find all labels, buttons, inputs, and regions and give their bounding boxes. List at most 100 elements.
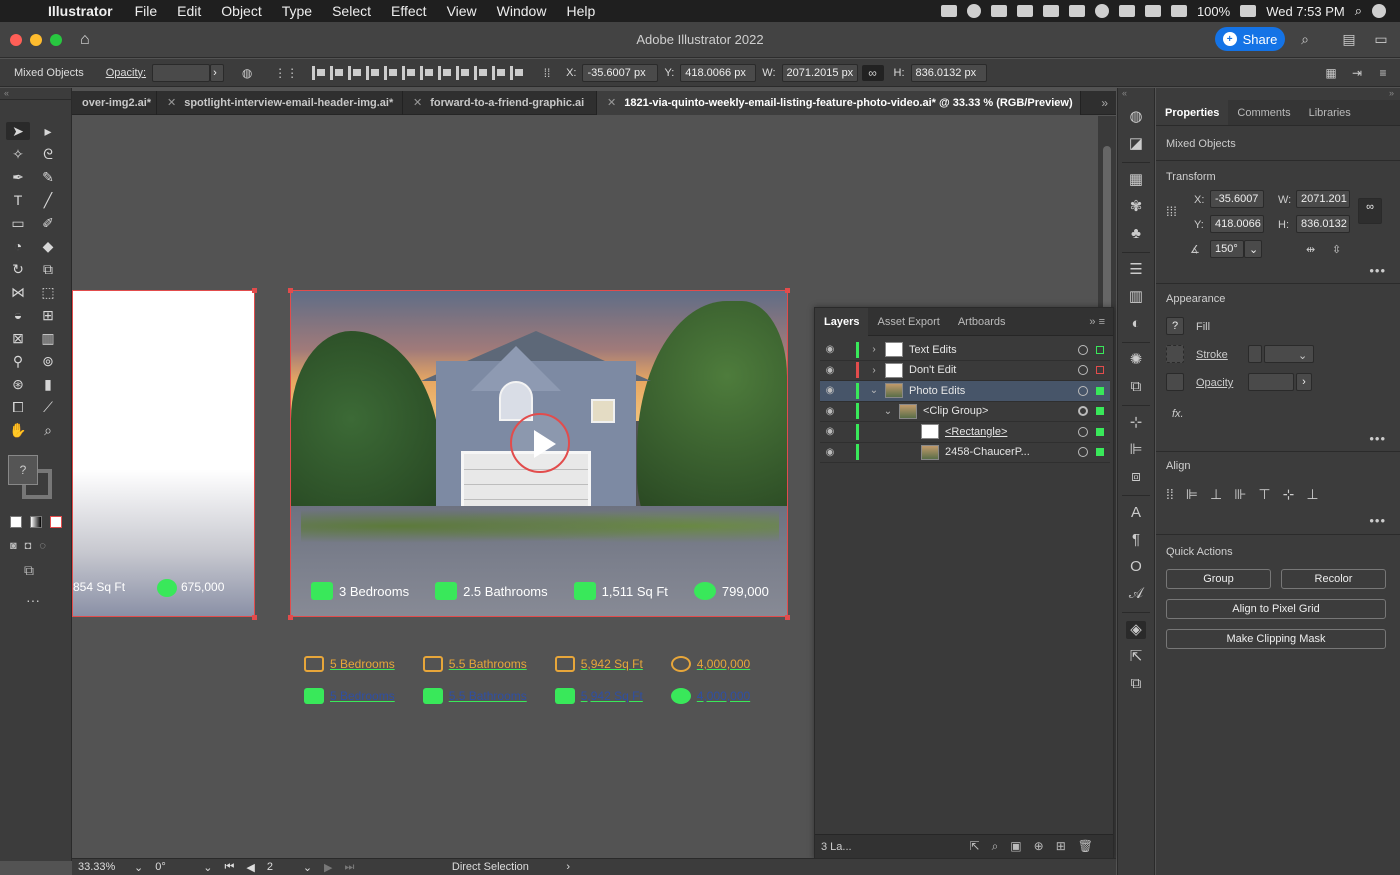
layer-name[interactable]: Text Edits: [909, 344, 1078, 356]
menu-window[interactable]: Window: [487, 3, 557, 19]
menu-file[interactable]: File: [125, 3, 168, 19]
visibility-eye-icon[interactable]: ◉: [820, 344, 840, 355]
align-bottom-icon[interactable]: [402, 65, 416, 80]
strip-collapse-icon[interactable]: «: [1118, 88, 1154, 100]
w-field[interactable]: 2071.201: [1296, 190, 1350, 208]
rotation-dropdown-chevron-icon[interactable]: ⌄: [197, 861, 218, 874]
menu-type[interactable]: Type: [272, 3, 322, 19]
workspace-icon[interactable]: ▤: [1340, 31, 1358, 47]
artboard-previous[interactable]: 854 Sq Ft 675,000: [72, 290, 255, 617]
align-hcenter-icon[interactable]: ⊥: [1210, 486, 1222, 503]
align-left-icon[interactable]: [312, 65, 326, 80]
layer-row-image[interactable]: ◉ 2458-ChaucerP...: [820, 443, 1110, 463]
stat-bedrooms[interactable]: 3 Bedrooms: [311, 582, 409, 600]
prev-artboard-icon[interactable]: ◀: [240, 861, 260, 874]
opacity-label[interactable]: Opacity: [1196, 377, 1233, 389]
lock-icon[interactable]: [1068, 5, 1085, 17]
selection-indicator[interactable]: [1096, 448, 1104, 457]
zoom-level[interactable]: 33.33%: [72, 861, 128, 873]
layer-name[interactable]: <Rectangle>: [945, 426, 1078, 438]
drive-icon[interactable]: [1016, 5, 1033, 17]
y-field[interactable]: 418.0066: [1210, 215, 1264, 233]
tab-artboards[interactable]: Artboards: [949, 308, 1015, 336]
swatches-icon[interactable]: ▦: [1126, 171, 1146, 189]
artboards-panel-icon[interactable]: ⧉: [1126, 675, 1146, 693]
menu-effect[interactable]: Effect: [381, 3, 437, 19]
align-vcenter-icon[interactable]: ⊹: [1283, 486, 1295, 503]
close-tab-icon[interactable]: ✕: [607, 97, 616, 109]
selection-tool-icon[interactable]: ➤: [6, 122, 30, 140]
stat-price[interactable]: 799,000: [693, 582, 769, 600]
new-sublayer-icon[interactable]: ⊕: [1034, 839, 1044, 854]
layer-row-rectangle[interactable]: ◉ <Rectangle>: [820, 422, 1110, 443]
reference-point-icon[interactable]: ⁞⁞⁞: [1166, 204, 1177, 219]
selection-handle[interactable]: [252, 615, 257, 620]
target-circle-icon[interactable]: [1078, 344, 1088, 355]
zoom-dropdown-chevron-icon[interactable]: ⌄: [128, 861, 149, 874]
angle-dropdown-chevron-icon[interactable]: ⌄: [1244, 240, 1262, 258]
visibility-eye-icon[interactable]: ◉: [820, 385, 840, 396]
appearance-icon[interactable]: ✺: [1126, 351, 1146, 369]
symbols-icon[interactable]: ♣: [1126, 225, 1146, 243]
artboard-dropdown-chevron-icon[interactable]: ⌄: [297, 861, 318, 874]
rectangle-tool-icon[interactable]: ▭: [6, 214, 30, 232]
align-left-icon[interactable]: ⊫: [1186, 486, 1198, 503]
selection-indicator[interactable]: [1096, 407, 1104, 416]
creative-cloud-icon[interactable]: [966, 4, 981, 18]
w-field[interactable]: 2071.2015 px: [781, 63, 858, 82]
stroke-swatch-icon[interactable]: [1166, 345, 1184, 363]
menu-help[interactable]: Help: [556, 3, 605, 19]
visibility-eye-icon[interactable]: ◉: [820, 426, 840, 437]
more-tabs-chevron-icon[interactable]: »: [1101, 96, 1116, 110]
align-to-pixel-grid-button[interactable]: Align to Pixel Grid: [1166, 599, 1386, 619]
align-top-icon[interactable]: ⊤: [1258, 486, 1270, 503]
selection-indicator[interactable]: [1096, 345, 1104, 354]
status-menu-chevron-icon[interactable]: ›: [560, 861, 576, 873]
selection-handle[interactable]: [785, 288, 790, 293]
gradient-icon[interactable]: ▥: [1126, 288, 1146, 306]
align-to-icon[interactable]: ⋮⋮: [274, 65, 298, 81]
type-tool-icon[interactable]: T: [6, 191, 30, 209]
photo-artboard[interactable]: 3 Bedrooms 2.5 Bathrooms 1,511 Sq Ft 799…: [290, 290, 788, 617]
target-circle-icon[interactable]: [1078, 426, 1088, 437]
locate-object-icon[interactable]: ⌕: [992, 839, 999, 854]
x-field[interactable]: -35.6007: [1210, 190, 1264, 208]
draw-normal-icon[interactable]: ◙: [10, 540, 17, 552]
expand-chevron-icon[interactable]: ›: [867, 344, 881, 355]
selection-handle[interactable]: [288, 615, 293, 620]
align-right-icon[interactable]: ⊪: [1234, 486, 1246, 503]
eyedropper-tool-icon[interactable]: ⚲: [6, 352, 30, 370]
clock[interactable]: Wed 7:53 PM: [1266, 4, 1345, 19]
layer-name[interactable]: Photo Edits: [909, 385, 1078, 397]
shape-builder-tool-icon[interactable]: ◒: [6, 306, 30, 324]
stroke-label[interactable]: Stroke: [1196, 349, 1228, 361]
zoom-window-button[interactable]: [50, 33, 62, 46]
selection-indicator[interactable]: [1096, 427, 1104, 436]
new-layer-icon[interactable]: ⊞: [1056, 839, 1066, 854]
share-button[interactable]: + Share: [1215, 27, 1285, 51]
flip-vertical-icon[interactable]: ⇳: [1332, 243, 1341, 256]
home-icon[interactable]: ⌂: [80, 31, 100, 48]
recolor-button[interactable]: Recolor: [1281, 569, 1386, 589]
collapse-chevron-icon[interactable]: ⌄: [881, 406, 895, 417]
fill-swatch[interactable]: ?: [8, 455, 38, 485]
expand-chevron-icon[interactable]: ›: [867, 365, 881, 376]
target-circle-icon[interactable]: [1078, 385, 1088, 396]
layer-name[interactable]: Don't Edit: [909, 364, 1078, 376]
wifi-icon[interactable]: [1144, 5, 1161, 17]
target-circle-icon[interactable]: [1078, 447, 1088, 458]
character-icon[interactable]: A: [1126, 504, 1146, 522]
stroke-icon[interactable]: ☰: [1126, 261, 1146, 279]
slice-tool-icon[interactable]: ⟋: [36, 398, 60, 416]
edit-toolbar-more-icon[interactable]: ···: [26, 592, 40, 608]
minimize-window-button[interactable]: [30, 33, 42, 46]
brushes-icon[interactable]: ✾: [1126, 198, 1146, 216]
mesh-tool-icon[interactable]: ⊠: [6, 329, 30, 347]
constrain-link-icon[interactable]: ∞: [1358, 198, 1382, 224]
flip-horizontal-icon[interactable]: ⇹: [1306, 243, 1315, 256]
color-guide-icon[interactable]: ◪: [1126, 135, 1146, 153]
loose-item[interactable]: 5 Bedrooms: [304, 688, 395, 704]
tab-asset-export[interactable]: Asset Export: [868, 308, 948, 336]
opacity-field[interactable]: [152, 63, 211, 82]
y-field[interactable]: 418.0066 px: [680, 63, 757, 82]
